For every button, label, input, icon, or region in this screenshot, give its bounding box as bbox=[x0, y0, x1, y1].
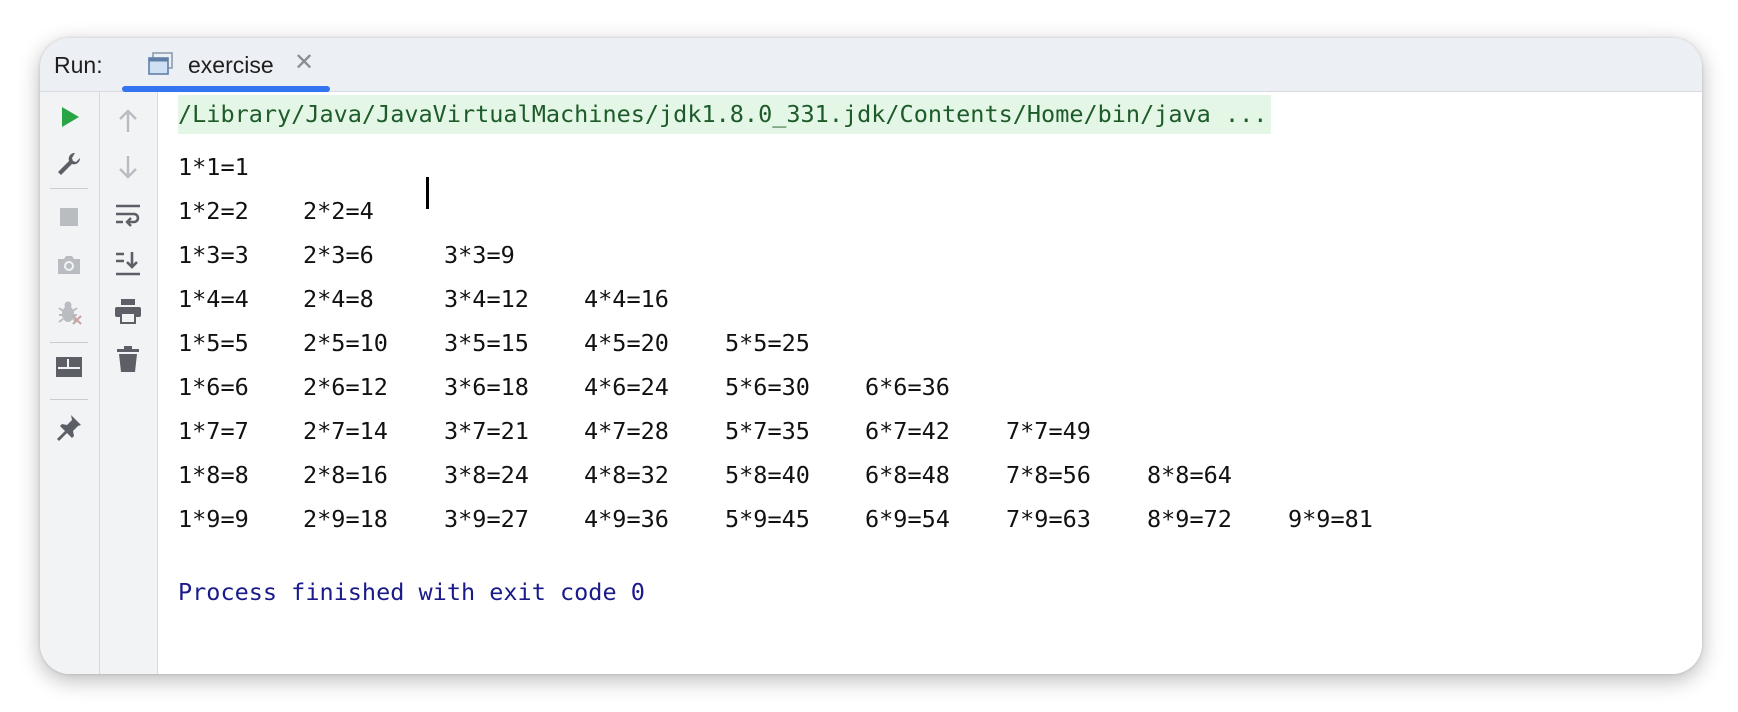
output-cell: 4*4=16 bbox=[584, 285, 669, 313]
run-tool-window: Run: exercise ✕ /Library/Java/JavaVirtua… bbox=[40, 38, 1702, 674]
output-cell: 1*5=5 bbox=[178, 329, 249, 357]
output-cell: 1*6=6 bbox=[178, 373, 249, 401]
toolbar-separator bbox=[50, 399, 88, 400]
toolbar-separator bbox=[50, 188, 88, 189]
output-cell: 1*2=2 bbox=[178, 197, 249, 225]
console-window-icon bbox=[148, 52, 174, 76]
tab-label: exercise bbox=[188, 52, 274, 78]
output-cell: 4*9=36 bbox=[584, 505, 669, 533]
print-icon[interactable] bbox=[111, 294, 145, 328]
trash-icon[interactable] bbox=[111, 342, 145, 376]
text-caret bbox=[426, 177, 429, 209]
output-cell: 4*7=28 bbox=[584, 417, 669, 445]
run-label: Run: bbox=[54, 52, 103, 78]
run-toolbar bbox=[40, 92, 100, 674]
output-cell: 1*8=8 bbox=[178, 461, 249, 489]
output-cell: 8*9=72 bbox=[1147, 505, 1232, 533]
output-cell: 6*8=48 bbox=[865, 461, 950, 489]
output-cell: 2*6=12 bbox=[303, 373, 388, 401]
output-cell: 3*5=15 bbox=[444, 329, 529, 357]
console-toolbar bbox=[100, 92, 158, 674]
output-cell: 2*9=18 bbox=[303, 505, 388, 533]
output-cell: 9*9=81 bbox=[1288, 505, 1373, 533]
run-tool-header: Run: exercise ✕ bbox=[40, 38, 1702, 92]
output-cell: 5*7=35 bbox=[725, 417, 810, 445]
output-cell: 6*9=54 bbox=[865, 505, 950, 533]
console-output[interactable]: /Library/Java/JavaVirtualMachines/jdk1.8… bbox=[158, 92, 1702, 674]
output-cell: 1*4=4 bbox=[178, 285, 249, 313]
pin-icon[interactable] bbox=[52, 410, 86, 444]
output-cell: 3*7=21 bbox=[444, 417, 529, 445]
output-cell: 3*3=9 bbox=[444, 241, 515, 269]
output-cell: 3*4=12 bbox=[444, 285, 529, 313]
tab-close-icon[interactable]: ✕ bbox=[294, 51, 314, 75]
output-cell: 5*8=40 bbox=[725, 461, 810, 489]
output-cell: 8*8=64 bbox=[1147, 461, 1232, 489]
tab-exercise[interactable]: exercise ✕ bbox=[122, 38, 330, 92]
command-line[interactable]: /Library/Java/JavaVirtualMachines/jdk1.8… bbox=[178, 95, 1272, 134]
output-cell: 2*7=14 bbox=[303, 417, 388, 445]
output-cell: 5*5=25 bbox=[725, 329, 810, 357]
wrench-icon[interactable] bbox=[52, 147, 86, 181]
scroll-to-end-icon[interactable] bbox=[111, 246, 145, 280]
output-cell: 5*6=30 bbox=[725, 373, 810, 401]
output-cell: 7*9=63 bbox=[1006, 505, 1091, 533]
output-cell: 4*6=24 bbox=[584, 373, 669, 401]
output-cell: 2*2=4 bbox=[303, 197, 374, 225]
output-cell: 2*5=10 bbox=[303, 329, 388, 357]
output-cell: 3*9=27 bbox=[444, 505, 529, 533]
output-cell: 2*8=16 bbox=[303, 461, 388, 489]
arrow-down-icon[interactable] bbox=[111, 150, 145, 184]
output-cell: 5*9=45 bbox=[725, 505, 810, 533]
camera-icon[interactable] bbox=[52, 248, 86, 282]
output-cell: 6*7=42 bbox=[865, 417, 950, 445]
output-cell: 4*5=20 bbox=[584, 329, 669, 357]
output-cell: 7*8=56 bbox=[1006, 461, 1091, 489]
output-cell: 1*7=7 bbox=[178, 417, 249, 445]
run-icon[interactable] bbox=[52, 100, 86, 134]
output-cell: 3*6=18 bbox=[444, 373, 529, 401]
stop-icon[interactable] bbox=[52, 200, 86, 234]
arrow-up-icon[interactable] bbox=[111, 104, 145, 138]
output-cell: 6*6=36 bbox=[865, 373, 950, 401]
output-cell: 4*8=32 bbox=[584, 461, 669, 489]
output-cell: 1*3=3 bbox=[178, 241, 249, 269]
layout-icon[interactable] bbox=[52, 350, 86, 384]
output-cell: 3*8=24 bbox=[444, 461, 529, 489]
output-cell: 2*4=8 bbox=[303, 285, 374, 313]
toolbar-separator bbox=[50, 342, 88, 343]
exit-message: Process finished with exit code 0 bbox=[178, 578, 645, 606]
output-cell: 2*3=6 bbox=[303, 241, 374, 269]
output-cell: 7*7=49 bbox=[1006, 417, 1091, 445]
debug-bug-icon[interactable] bbox=[52, 295, 86, 329]
output-cell: 1*9=9 bbox=[178, 505, 249, 533]
soft-wrap-icon[interactable] bbox=[111, 198, 145, 232]
output-cell: 1*1=1 bbox=[178, 153, 249, 181]
